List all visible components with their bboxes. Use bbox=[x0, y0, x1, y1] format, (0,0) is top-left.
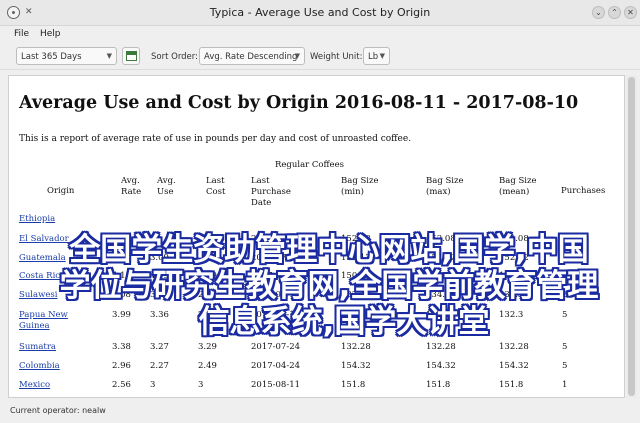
chevron-down-icon: ▼ bbox=[379, 52, 385, 60]
scroll-thumb[interactable] bbox=[628, 77, 635, 396]
report-title: Average Use and Cost by Origin 2016-08-1… bbox=[19, 93, 579, 113]
chevron-down-icon: ▼ bbox=[106, 52, 112, 60]
table-cell: 132.28 bbox=[499, 342, 529, 352]
status-bar: Current operator: nealw bbox=[0, 401, 640, 423]
date-range-select[interactable]: Last 365 Days ▼ bbox=[16, 47, 117, 65]
table-cell: 1 bbox=[562, 380, 568, 390]
table-cell: 132.28 bbox=[426, 342, 456, 352]
table-cell: 151.8 bbox=[426, 380, 451, 390]
table-cell: 2015-08-11 bbox=[251, 380, 301, 390]
table-cell: 2017-07-24 bbox=[251, 342, 301, 352]
table-cell: 154.32 bbox=[499, 361, 529, 371]
title-bar: ✕ Typica - Average Use and Cost by Origi… bbox=[0, 0, 640, 26]
column-header: Purchases bbox=[561, 186, 606, 196]
table-cell: 2017-04-24 bbox=[251, 361, 301, 371]
origin-link[interactable]: Mexico bbox=[19, 380, 50, 391]
column-header: Avg. Use bbox=[157, 176, 176, 197]
table-cell: 151.8 bbox=[499, 380, 524, 390]
column-header: Last Purchase Date bbox=[251, 176, 291, 208]
table-cell: 2.49 bbox=[198, 361, 217, 371]
overlay-line: 信息系统,国学大讲堂 bbox=[198, 304, 490, 340]
toolbar: Last 365 Days ▼ Sort Order: Avg. Rate De… bbox=[0, 44, 640, 70]
window-title: Typica - Average Use and Cost by Origin bbox=[209, 6, 431, 19]
column-header: Origin bbox=[47, 186, 75, 196]
date-range-value: Last 365 Days bbox=[21, 52, 82, 62]
overlay-line: 学位与研究生教育网,全国学前教育管理 bbox=[59, 268, 599, 304]
origin-link[interactable]: Ethiopia bbox=[19, 214, 55, 225]
sort-order-select[interactable]: Avg. Rate Descending ▼ bbox=[199, 47, 305, 65]
column-header: Avg. Rate bbox=[121, 176, 142, 197]
menu-file[interactable]: File bbox=[14, 29, 29, 39]
calendar-icon bbox=[126, 51, 137, 61]
table-cell: 154.32 bbox=[426, 361, 456, 371]
calendar-button[interactable] bbox=[122, 47, 140, 65]
maximize-button[interactable]: ⌃ bbox=[608, 6, 621, 19]
table-cell: 5 bbox=[562, 361, 568, 371]
column-header: Bag Size (mean) bbox=[499, 176, 537, 197]
table-cell: 151.8 bbox=[341, 380, 366, 390]
sort-order-value: Avg. Rate Descending bbox=[204, 52, 298, 62]
origin-link[interactable]: Sumatra bbox=[19, 342, 56, 353]
weight-unit-select[interactable]: Lb ▼ bbox=[363, 47, 390, 65]
table-cell: 3.29 bbox=[198, 342, 217, 352]
column-header: Bag Size (max) bbox=[426, 176, 464, 197]
chevron-down-icon: ▼ bbox=[294, 52, 300, 60]
table-cell: 2.56 bbox=[112, 380, 131, 390]
table-cell: 2.27 bbox=[150, 361, 169, 371]
table-cell: 132.28 bbox=[341, 342, 371, 352]
table-cell: 3.27 bbox=[150, 342, 169, 352]
column-header: Bag Size (min) bbox=[341, 176, 379, 197]
table-cell: 3 bbox=[150, 380, 156, 390]
report-description: This is a report of average rate of use … bbox=[19, 134, 412, 144]
menu-help[interactable]: Help bbox=[40, 29, 61, 39]
overlay-text: 全国学生资助管理中心网站,国学,中国 学位与研究生教育网,全国学前教育管理 信息… bbox=[9, 232, 624, 340]
table-cell: 3 bbox=[198, 380, 204, 390]
status-text: Current operator: nealw bbox=[10, 406, 106, 415]
weight-unit-label: Weight Unit: bbox=[310, 52, 363, 62]
table-cell: 5 bbox=[562, 342, 568, 352]
column-header: Last Cost bbox=[206, 176, 226, 197]
vertical-scrollbar[interactable] bbox=[626, 75, 637, 398]
minimize-button[interactable]: ⌄ bbox=[592, 6, 605, 19]
menu-bar: File Help bbox=[0, 26, 640, 44]
table-cell: 154.32 bbox=[341, 361, 371, 371]
sort-order-label: Sort Order: bbox=[151, 52, 198, 62]
weight-unit-value: Lb bbox=[368, 52, 379, 62]
report-view[interactable]: Average Use and Cost by Origin 2016-08-1… bbox=[8, 75, 625, 398]
table-cell: 2.96 bbox=[112, 361, 131, 371]
table-cell: 3.38 bbox=[112, 342, 131, 352]
overlay-line: 全国学生资助管理中心网站,国学,中国 bbox=[69, 232, 589, 268]
origin-link[interactable]: Colombia bbox=[19, 361, 60, 372]
close-button[interactable]: ✕ bbox=[624, 6, 637, 19]
group-header: Regular Coffees bbox=[275, 160, 344, 170]
